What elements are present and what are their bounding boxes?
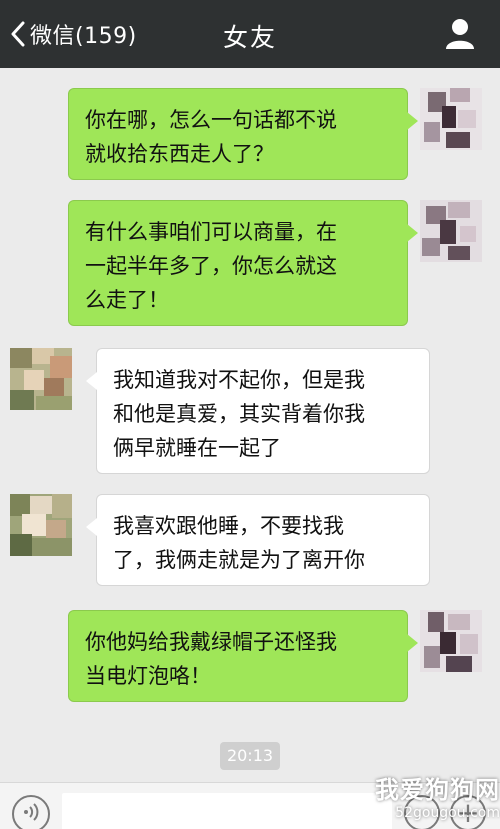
back-button[interactable]: 微信(159) xyxy=(10,14,137,54)
message-timestamp: 20:13 xyxy=(220,742,280,770)
message-line: 你在哪，怎么一句话都不说 xyxy=(85,108,337,132)
message-line: 我喜欢跟他睡，不要找我 xyxy=(113,514,344,538)
message-bubble[interactable]: 你在哪，怎么一句话都不说 就收拾东西走人了？ xyxy=(68,88,408,180)
contact-avatar[interactable] xyxy=(10,348,72,410)
message-line: 当电灯泡咯！ xyxy=(85,664,211,688)
message-line: 我知道我对不起你，但是我 xyxy=(113,368,365,392)
voice-button[interactable] xyxy=(12,795,50,829)
message-line: 有什么事咱们可以商量，在 xyxy=(85,220,337,244)
my-avatar[interactable] xyxy=(420,610,482,672)
message-line: 了，我俩走就是为了离开你 xyxy=(113,548,365,572)
my-avatar[interactable] xyxy=(420,88,482,150)
message-bubble[interactable]: 有什么事咱们可以商量，在 一起半年多了，你怎么就这 么走了！ xyxy=(68,200,408,326)
chat-title: 女友 xyxy=(222,23,277,52)
message-line: 和他是真爱，其实背着你我 xyxy=(113,402,365,426)
message-input[interactable] xyxy=(62,793,392,829)
watermark-url: 52gougou.com xyxy=(395,805,500,821)
chat-header: 微信(159) 女友 xyxy=(0,0,500,68)
message-line: 么走了！ xyxy=(85,288,169,312)
message-bubble[interactable]: 我喜欢跟他睡，不要找我 了，我俩走就是为了离开你 xyxy=(96,494,430,586)
message-line: 一起半年多了，你怎么就这 xyxy=(85,254,337,278)
back-label: 微信(159) xyxy=(30,24,137,49)
my-avatar[interactable] xyxy=(420,200,482,262)
message-line: 俩早就睡在一起了 xyxy=(113,436,281,460)
contact-info-button[interactable] xyxy=(440,16,480,52)
message-bubble[interactable]: 你他妈给我戴绿帽子还怪我 当电灯泡咯！ xyxy=(68,610,408,702)
message-line: 你他妈给我戴绿帽子还怪我 xyxy=(85,630,337,654)
message-bubble[interactable]: 我知道我对不起你，但是我 和他是真爱，其实背着你我 俩早就睡在一起了 xyxy=(96,348,430,474)
person-icon xyxy=(440,19,480,56)
chevron-left-icon xyxy=(10,21,26,47)
site-watermark: 我爱狗狗网 52gougou.com xyxy=(350,770,500,821)
contact-avatar[interactable] xyxy=(10,494,72,556)
watermark-site-name: 我爱狗狗网 xyxy=(375,776,500,804)
voice-icon xyxy=(21,802,41,826)
message-line: 就收拾东西走人了？ xyxy=(85,142,274,166)
